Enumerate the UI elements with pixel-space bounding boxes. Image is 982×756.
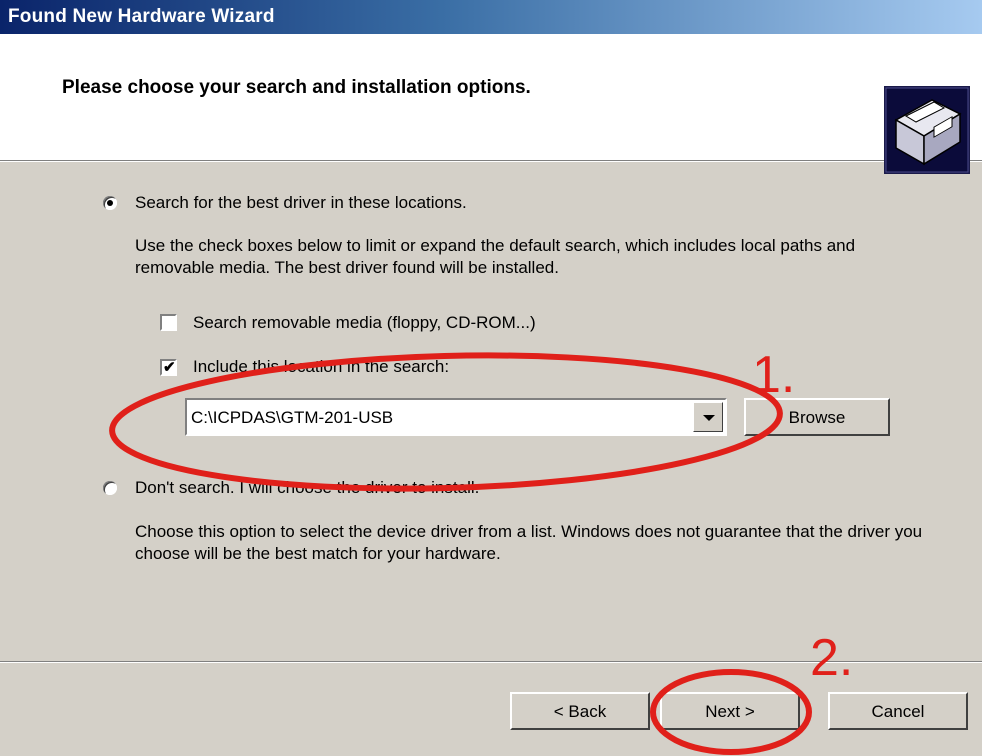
step2-label: 2. [810, 629, 854, 687]
step1-label: 1. [752, 346, 796, 404]
step2-circle [650, 669, 812, 755]
step1-circle [109, 352, 783, 492]
